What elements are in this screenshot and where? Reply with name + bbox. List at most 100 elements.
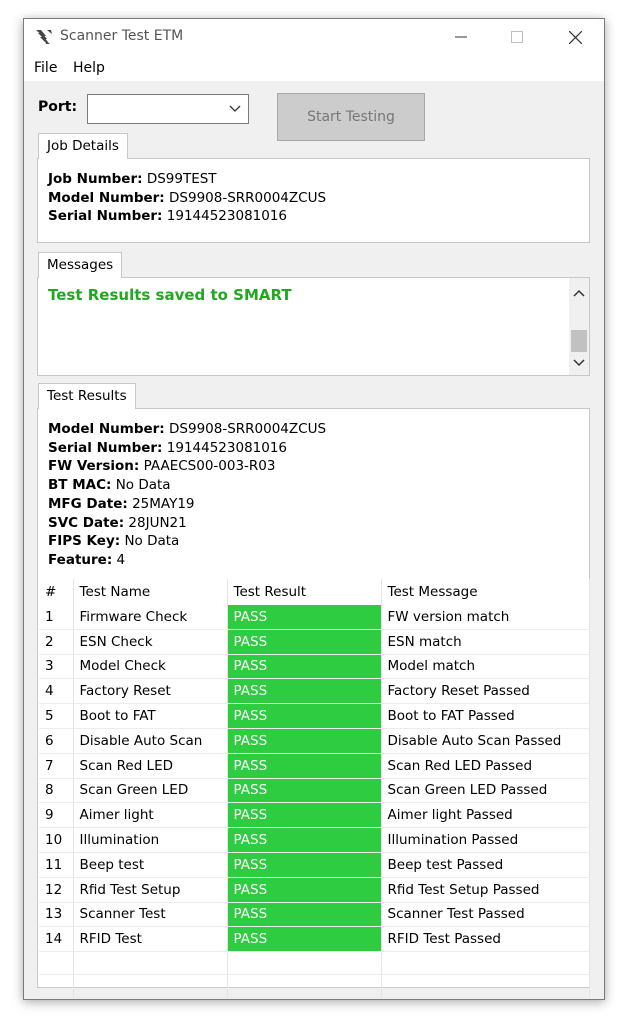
row-test-result: PASS [227,902,382,928]
maximize-button[interactable] [494,19,540,55]
empty-row [39,974,590,999]
column-header-test-name[interactable]: Test Name [73,579,228,605]
column-header-test-result[interactable]: Test Result [227,579,382,605]
table-row[interactable]: 13 Scanner Test PASS Scanner Test Passed [39,902,590,928]
table-body: 1 Firmware Check PASS FW version match 2 ESN … [39,605,590,999]
chevron-down-icon [229,105,241,112]
row-test-name: Disable Auto Scan [73,728,228,754]
column-header-test-message[interactable]: Test Message [381,579,590,605]
row-test-result: PASS [227,703,382,729]
row-number: 1 [39,605,74,630]
tr-mfg-row: MFG Date: 25MAY19 [48,495,195,512]
scroll-down-icon[interactable] [572,358,586,368]
empty-cell [39,974,74,999]
row-test-name: Rfid Test Setup [73,877,228,903]
empty-cell [227,951,382,976]
row-test-result: PASS [227,654,382,680]
job-number-row: Job Number: DS99TEST [48,171,217,187]
model-number-row: Model Number: DS9908-SRR0004ZCUS [48,189,327,206]
tab-messages[interactable]: Messages [38,252,123,278]
row-test-name: ESN Check [73,629,228,655]
row-test-message: Scanner Test Passed [381,902,590,928]
row-number: 11 [39,852,74,878]
close-button[interactable] [552,19,598,55]
row-number: 7 [39,753,74,779]
table-row[interactable]: 6 Disable Auto Scan PASS Disable Auto Scan … [39,728,590,754]
scroll-thumb[interactable] [571,330,587,352]
row-test-result: PASS [227,827,382,853]
tab-test-results[interactable]: Test Results [38,383,136,409]
messages-panel[interactable]: Test Results saved to SMART [37,277,590,376]
menu-help[interactable]: Help [73,60,105,76]
table-row[interactable]: 5 Boot to FAT PASS Boot to FAT Passed [39,703,590,729]
row-number: 10 [39,827,74,853]
scroll-up-icon[interactable] [572,288,586,298]
table-row[interactable]: 4 Factory Reset PASS Factory Reset Passed [39,678,590,705]
table-row[interactable]: 14 RFID Test PASS RFID Test Passed [39,926,590,953]
table-row[interactable]: 2 ESN Check PASS ESN match [39,629,590,655]
column-header-number[interactable]: # [39,579,74,605]
tr-model-row: Model Number: DS9908-SRR0004ZCUS [48,421,327,437]
test-results-table[interactable]: # Test Name Test Result Test Message 1 Fi… [39,579,590,999]
close-icon [568,30,582,44]
empty-cell [73,974,228,999]
tr-feature-row: Feature: 4 [48,551,126,568]
row-number: 12 [39,877,74,903]
window-title: Scanner Test ETM [60,28,184,44]
table-row[interactable]: 1 Firmware Check PASS FW version match [39,605,590,630]
row-test-name: Beep test [73,852,228,878]
title-bar[interactable]: Scanner Test ETM [24,19,604,55]
model-number-value: DS9908-SRR0004ZCUS [169,189,327,206]
empty-row [39,951,590,976]
table-header-row: # Test Name Test Result Test Message [39,579,590,605]
tr-fw-row: FW Version: PAAECS00-003-R03 [48,458,276,475]
row-test-message: ESN match [381,629,590,655]
empty-cell [73,951,228,976]
empty-cell [381,951,590,976]
port-label: Port: [38,99,78,115]
app-window: Scanner Test ETM File Help Port: Start T… [23,18,605,1000]
minimize-icon [455,36,467,38]
table-row[interactable]: 12 Rfid Test Setup PASS Rfid Test Setup Pas… [39,877,590,903]
table-row[interactable]: 3 Model Check PASS Model match [39,654,590,680]
row-test-message: Illumination Passed [381,827,590,853]
row-test-message: RFID Test Passed [381,926,590,953]
start-testing-button[interactable]: Start Testing [277,93,425,141]
row-test-result: PASS [227,926,382,953]
row-test-name: Boot to FAT [73,703,228,729]
menu-bar: File Help [24,55,604,81]
row-number: 6 [39,728,74,754]
row-test-message: Disable Auto Scan Passed [381,728,590,754]
tab-job-details[interactable]: Job Details [38,133,128,159]
row-test-name: Scan Green LED [73,778,228,804]
job-details-panel: Job Number: DS99TEST Model Number: DS990… [37,158,590,243]
minimize-button[interactable] [438,19,484,55]
row-test-name: Factory Reset [73,678,228,705]
port-dropdown[interactable] [87,94,249,124]
table-row[interactable]: 8 Scan Green LED PASS Scan Green LED Passed [39,778,590,804]
table-row[interactable]: 11 Beep test PASS Beep test Passed [39,852,590,878]
row-test-name: Scanner Test [73,902,228,928]
job-number-value: DS99TEST [146,171,217,187]
messages-scrollbar[interactable] [569,278,589,375]
row-test-result: PASS [227,728,382,754]
row-test-name: RFID Test [73,926,228,953]
serial-number-row: Serial Number: 19144523081016 [48,208,288,225]
row-test-message: Scan Red LED Passed [381,753,590,779]
row-test-message: Scan Green LED Passed [381,778,590,804]
tr-fips-row: FIPS Key: No Data [48,533,180,550]
row-test-name: Illumination [73,827,228,853]
row-test-name: Firmware Check [73,605,228,630]
menu-file[interactable]: File [34,60,57,76]
table-row[interactable]: 10 Illumination PASS Illumination Passed [39,827,590,853]
tr-serial-row: Serial Number: 19144523081016 [48,439,288,456]
row-number: 3 [39,654,74,680]
row-test-message: Model match [381,654,590,680]
empty-cell [227,974,382,999]
row-number: 13 [39,902,74,928]
row-test-result: PASS [227,605,382,630]
table-row[interactable]: 9 Aimer light PASS Aimer light Passed [39,802,590,829]
row-number: 8 [39,778,74,804]
table-row[interactable]: 7 Scan Red LED PASS Scan Red LED Passed [39,753,590,779]
row-test-result: PASS [227,753,382,779]
